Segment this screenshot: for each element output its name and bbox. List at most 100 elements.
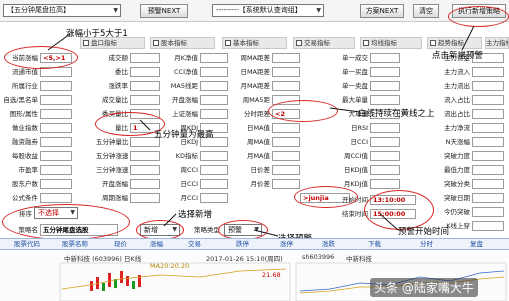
week-cci-input[interactable] [200,165,228,175]
ma5-dist-input[interactable] [200,81,228,91]
label-timeshare: 分时距差 [244,110,270,118]
in-ratio-input[interactable] [472,95,504,105]
period-rise-input[interactable] [130,193,160,203]
col-price[interactable]: 现价 [114,240,127,249]
label-low-strength: 最低力度 [444,166,470,174]
index-input[interactable] [40,123,72,133]
sh-rise-input[interactable] [200,109,228,119]
week-ma-diff-input[interactable] [272,53,300,63]
week-cci-value-input[interactable] [370,151,400,161]
alert-next-button[interactable]: 预警NEXT [140,4,188,18]
label-watchlist: 自选/黑名单 [3,96,38,104]
max-single-input[interactable] [370,95,400,105]
formula-group-select[interactable]: 【五分钟尾盘拉高】 ▼ [3,4,121,17]
change-rate-input[interactable] [130,81,160,91]
open-rise-input[interactable] [130,179,160,189]
n-day-rise-input[interactable] [472,137,504,147]
query-group-value: ---------【系统默认查询组】 [216,6,302,14]
break-strength-input[interactable] [472,151,504,161]
break-type-input[interactable] [472,179,504,189]
month-kdj-value-input[interactable] [370,179,400,189]
still-break-input[interactable] [472,207,504,217]
query-group-select[interactable]: ---------【系统默认查询组】 ▼ [212,4,324,17]
scheme-next-button[interactable]: 方案NEXT [360,4,404,18]
label-open-rise: 开盘涨幅 [102,180,128,188]
col-limit-down[interactable]: 跌停 [236,240,249,249]
label-amount: 成交额 [108,54,129,62]
low-strength-input[interactable] [472,165,504,175]
holders-input[interactable] [40,179,72,189]
5min-speed-input[interactable] [130,151,160,161]
label-cci-net: CCI净值 [174,68,198,76]
col-code[interactable]: 股票代码 [14,240,40,249]
col-change[interactable]: 涨跌 [322,240,335,249]
watermark-logo: 头条 @陆家嘴大牛 [370,278,478,297]
label-out-ratio: 流出占比 [444,110,470,118]
month-ma-diff-input[interactable] [272,81,300,91]
label-day-cci-2: 日CCI [350,138,369,146]
vol-ratio-input[interactable] [130,95,160,105]
day-cci-2-input[interactable] [370,137,400,147]
day-spread-input[interactable] [272,165,300,175]
checkbox-icon[interactable] [430,40,436,46]
formula-input[interactable] [40,193,72,203]
label-break-strength: 突破力度 [444,152,470,160]
pe-input[interactable] [40,165,72,175]
label-index: 做业指数 [12,124,38,132]
col-name[interactable]: 股票名称 [62,240,88,249]
checkbox-icon[interactable] [153,40,159,46]
out-ratio-input[interactable] [472,109,504,119]
checkbox-icon[interactable] [296,40,302,46]
day-ma-input[interactable] [272,123,300,133]
col-replay[interactable]: 复盘 [470,240,483,249]
month-ma-input[interactable] [272,151,300,161]
left-candles [90,271,141,291]
label-ma5-dist: MA5线距 [170,82,198,90]
day-ma-diff-input[interactable] [272,67,300,77]
label-industry: 所属行业 [12,82,38,90]
label-period-rise: 周期涨幅 [102,194,128,202]
label-month-k: 月K净值 [174,54,198,62]
amount-input[interactable] [130,53,160,63]
main-in-input[interactable] [472,67,504,77]
3min-speed-input[interactable] [130,165,160,175]
checkbox-icon[interactable] [363,40,369,46]
main-out-input[interactable] [472,81,504,91]
main-net-input[interactable] [472,123,504,133]
label-max-single: 最大单量 [342,96,368,104]
month-spread-input[interactable] [272,179,300,189]
month-k-input[interactable] [200,53,228,63]
pattern-input[interactable] [40,109,72,119]
label-month-ma: 月MA值 [246,152,270,160]
single-sell-input[interactable] [370,81,400,91]
break-date-input[interactable] [472,193,504,203]
cci-net-input[interactable] [200,67,228,77]
left-ma-line [61,268,287,290]
clear-button[interactable]: 清空 [413,4,439,18]
checkbox-icon[interactable] [225,40,231,46]
eps-input[interactable] [40,151,72,161]
col-rise[interactable]: 涨幅 [150,240,163,249]
col-trade[interactable]: 交易 [188,240,201,249]
margin-input[interactable] [40,137,72,147]
single-deal-input[interactable] [370,53,400,63]
week-ma-input[interactable] [272,137,300,147]
label-5min-speed: 五分钟涨速 [96,152,129,160]
industry-input[interactable] [40,81,72,91]
col-limit-up[interactable]: 涨停 [280,240,293,249]
open-rise-2-input[interactable] [200,95,228,105]
col-timeshare[interactable]: 分时 [420,240,433,249]
k-cross-input[interactable] [472,221,504,231]
day-cci-input[interactable] [200,179,228,189]
candle [90,281,93,291]
single-buy-input[interactable] [370,67,400,77]
kd-input[interactable] [200,151,228,161]
month-cci-input[interactable] [200,193,228,203]
checkbox-icon[interactable] [83,40,89,46]
col-download[interactable]: 下载 [368,240,381,249]
commission-input[interactable] [130,67,160,77]
day-rsi-input[interactable] [370,123,400,133]
watchlist-input[interactable] [40,95,72,105]
day-kdj-value-input[interactable] [370,165,400,175]
label-kd: KD指标 [175,152,198,160]
